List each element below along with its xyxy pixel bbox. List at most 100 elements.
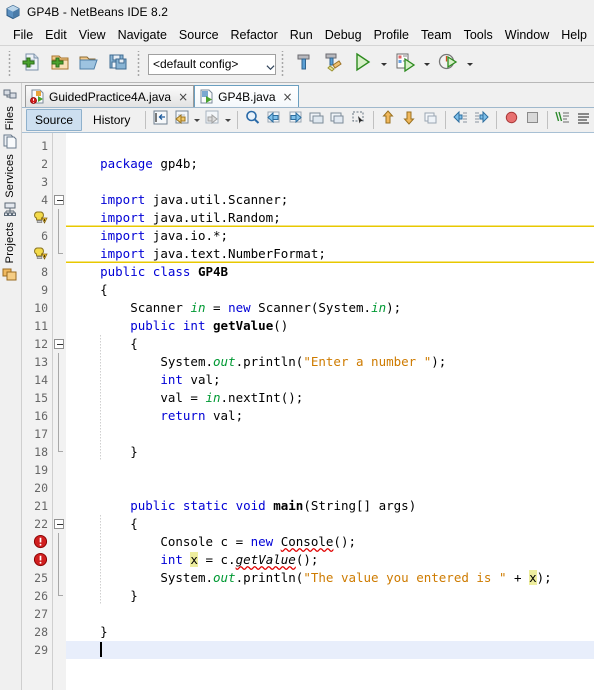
- start-macro-recording-button[interactable]: [501, 109, 522, 131]
- tab-history[interactable]: History: [84, 109, 139, 131]
- sidebar-item-files[interactable]: Files: [0, 85, 20, 151]
- keyword-import: import: [100, 192, 146, 207]
- menu-source[interactable]: Source: [173, 26, 225, 44]
- project-config-dropdown[interactable]: <default config>: [148, 53, 276, 75]
- menu-file[interactable]: File: [7, 26, 39, 44]
- new-project-button[interactable]: [46, 50, 74, 78]
- error-icon[interactable]: [32, 534, 48, 550]
- fold-row: [53, 407, 66, 425]
- back-dropdown-arrow[interactable]: [192, 109, 202, 131]
- type-console: Console c =: [160, 534, 251, 549]
- comment-button[interactable]: [552, 109, 573, 131]
- sidebar-item-services[interactable]: Services: [0, 153, 20, 219]
- previous-bookmark-up-button[interactable]: [378, 109, 399, 131]
- new-file-button[interactable]: [17, 50, 45, 78]
- warning-bulb-icon[interactable]: [32, 210, 48, 226]
- error-icon[interactable]: [32, 552, 48, 568]
- previous-bookmark-button[interactable]: [327, 109, 348, 131]
- code-text-area[interactable]: package gp4b; import java.util.Scanner; …: [66, 133, 594, 690]
- menu-edit[interactable]: Edit: [39, 26, 73, 44]
- toggle-rectangular-selection-button[interactable]: [348, 109, 369, 131]
- menu-tools[interactable]: Tools: [458, 26, 499, 44]
- fold-toggle-icon[interactable]: [54, 195, 64, 205]
- menu-view[interactable]: View: [73, 26, 112, 44]
- next-bookmark-down-button[interactable]: [399, 109, 420, 131]
- find-next-button[interactable]: [284, 109, 305, 131]
- warning-bulb-icon[interactable]: [32, 246, 48, 262]
- fold-row: [53, 389, 66, 407]
- uncomment-button[interactable]: [573, 109, 594, 131]
- profile-project-button[interactable]: [434, 50, 462, 78]
- forward-button[interactable]: [202, 109, 223, 131]
- main-toolbar: <default config>: [0, 46, 594, 83]
- code-line-current[interactable]: [66, 641, 594, 659]
- last-edit-button[interactable]: [150, 109, 171, 131]
- fold-toggle-icon[interactable]: [54, 339, 64, 349]
- sidebar-item-projects[interactable]: Projects: [0, 221, 20, 284]
- field-out: out: [213, 570, 236, 585]
- clean-and-build-button[interactable]: [319, 50, 347, 78]
- profile-clock-icon: [437, 51, 459, 78]
- open-project-button[interactable]: [75, 50, 103, 78]
- code-fold-gutter[interactable]: [52, 133, 66, 690]
- menu-profile[interactable]: Profile: [368, 26, 415, 44]
- menu-help[interactable]: Help: [555, 26, 593, 44]
- warning-hint-row[interactable]: [22, 245, 52, 263]
- hammer-icon: [293, 51, 315, 78]
- brace: {: [100, 282, 108, 297]
- menu-refactor[interactable]: Refactor: [225, 26, 284, 44]
- fold-toggle-icon[interactable]: [54, 519, 64, 529]
- projects-icon: [2, 266, 18, 282]
- fold-row: [53, 479, 66, 497]
- run-dropdown-arrow[interactable]: [377, 51, 390, 77]
- fold-row-getvalue[interactable]: [53, 335, 66, 353]
- toolbar-grip-3[interactable]: [280, 51, 286, 77]
- stop-icon: [524, 109, 541, 131]
- assignment: = c.: [197, 552, 236, 567]
- shift-line-left-button[interactable]: [450, 109, 471, 131]
- line-number: 27: [34, 607, 48, 621]
- debug-dropdown-arrow[interactable]: [420, 51, 433, 77]
- stop-macro-recording-button[interactable]: [522, 109, 543, 131]
- warning-hint-row[interactable]: [22, 209, 52, 227]
- fold-row-main[interactable]: [53, 515, 66, 533]
- toolbar-grip[interactable]: [7, 51, 13, 77]
- tab-source[interactable]: Source: [26, 109, 83, 131]
- menu-navigate[interactable]: Navigate: [112, 26, 173, 44]
- menu-window[interactable]: Window: [499, 26, 555, 44]
- find-selection-button[interactable]: [242, 109, 263, 131]
- fold-row: [53, 263, 66, 281]
- close-icon[interactable]: ×: [283, 91, 293, 103]
- divider: [372, 111, 374, 129]
- menu-run[interactable]: Run: [284, 26, 319, 44]
- profile-dropdown-arrow[interactable]: [463, 51, 476, 77]
- shift-line-right-button[interactable]: [471, 109, 492, 131]
- line-number: 1: [41, 139, 48, 153]
- find-previous-button[interactable]: [263, 109, 284, 131]
- editor-tab-gp4b[interactable]: GP4B.java ×: [194, 85, 299, 107]
- code-line-warning: import java.text.NumberFormat;: [66, 245, 594, 263]
- toggle-highlight-button[interactable]: [306, 109, 327, 131]
- close-icon[interactable]: ×: [178, 91, 188, 103]
- run-project-button[interactable]: [348, 50, 376, 78]
- fold-row: [53, 569, 66, 587]
- build-project-button[interactable]: [290, 50, 318, 78]
- fold-line: [58, 227, 59, 245]
- code-line: Scanner in = new Scanner(System.in);: [66, 299, 594, 317]
- menu-team[interactable]: Team: [415, 26, 458, 44]
- error-row[interactable]: [22, 551, 52, 569]
- menu-debug[interactable]: Debug: [319, 26, 368, 44]
- println-call: .println(: [235, 570, 304, 585]
- fold-row-imports[interactable]: [53, 191, 66, 209]
- toggle-bookmark-button[interactable]: [420, 109, 441, 131]
- toolbar-grip-2[interactable]: [136, 51, 142, 77]
- forward-dropdown-arrow[interactable]: [223, 109, 233, 131]
- editor-tab-guidedpractice4a[interactable]: GuidedPractice4A.java ×: [25, 85, 195, 107]
- save-all-button[interactable]: [104, 50, 132, 78]
- line-end: ();: [333, 534, 356, 549]
- error-row[interactable]: [22, 533, 52, 551]
- code-editor[interactable]: 1 2 3 4 6 8 9 10 11 12 13 14 15 16 17 18…: [22, 133, 594, 690]
- fold-row: [53, 533, 66, 551]
- debug-project-button[interactable]: [391, 50, 419, 78]
- back-button[interactable]: [171, 109, 192, 131]
